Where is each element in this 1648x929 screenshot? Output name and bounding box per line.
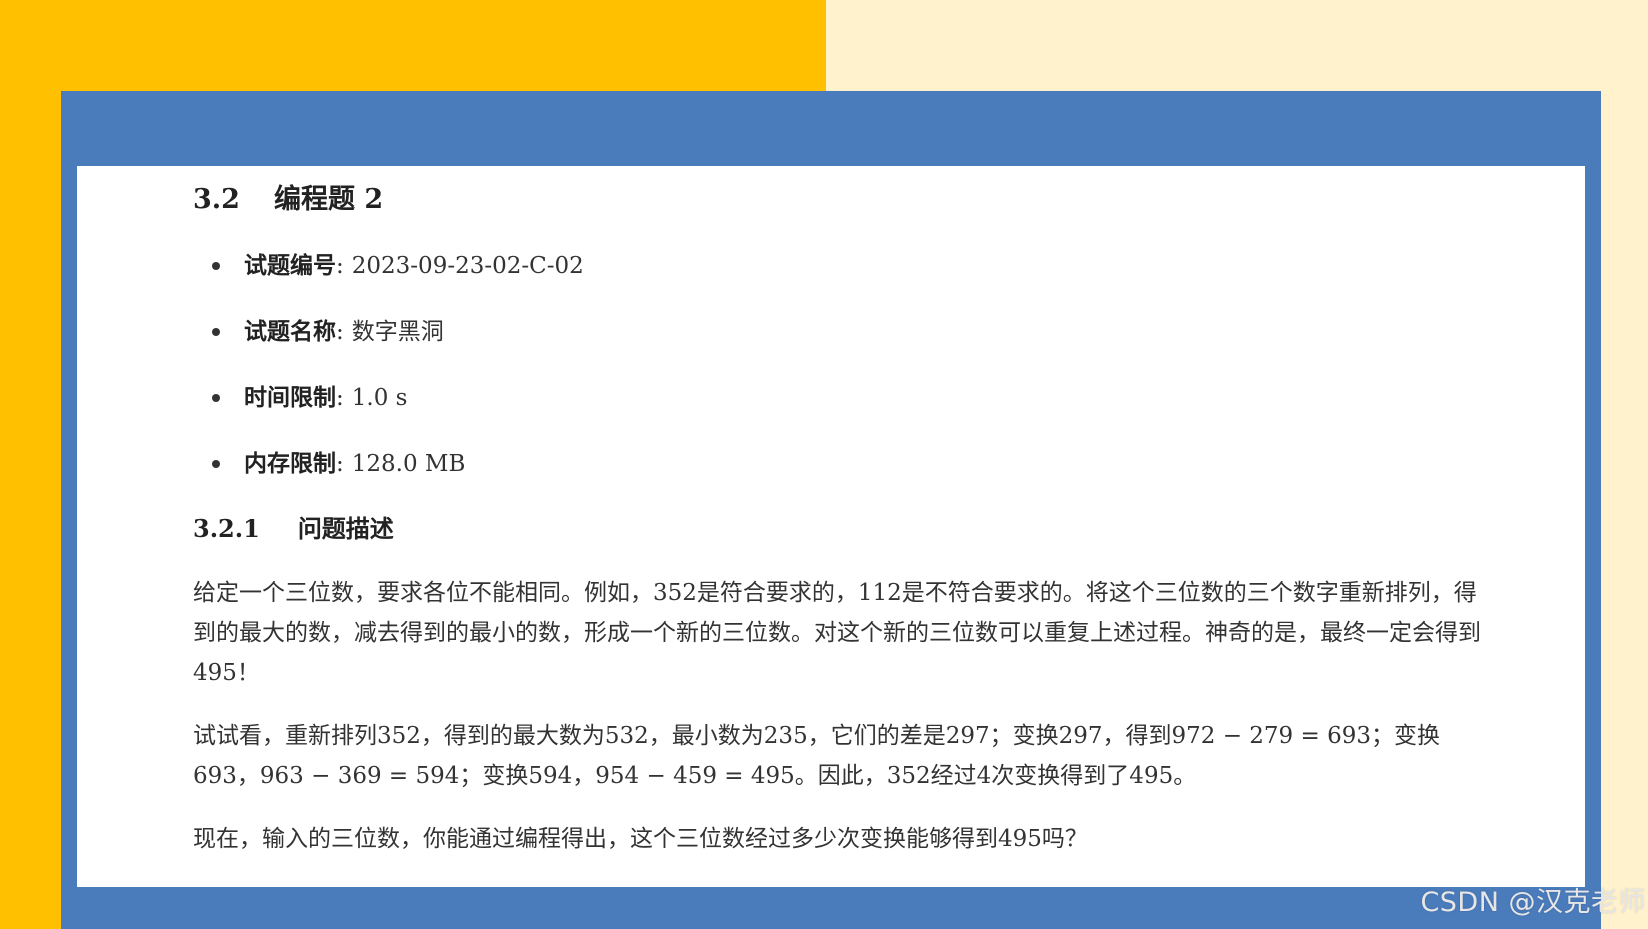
description-paragraph: 给定一个三位数，要求各位不能相同。例如，352是符合要求的，112是不符合要求的… <box>193 580 1481 686</box>
subsection-heading: 3.2.1 问题描述 <box>193 509 1493 549</box>
meta-colon: : <box>336 385 344 411</box>
subsection-title: 问题描述 <box>297 514 394 543</box>
meta-label: 时间限制 <box>244 384 336 411</box>
meta-item-time-limit: 时间限制: 1.0 s <box>212 365 1493 431</box>
bullet-icon <box>212 460 220 468</box>
section-number: 3.2 <box>193 184 240 215</box>
watermark: CSDN @汉克老师 <box>1420 887 1646 918</box>
section-title: 编程题 2 <box>273 184 384 215</box>
meta-label: 试题编号 <box>244 252 336 279</box>
bullet-icon <box>212 328 220 336</box>
question-paragraph: 现在，输入的三位数，你能通过编程得出，这个三位数经过多少次变换能够得到495吗？ <box>193 826 1088 852</box>
meta-value: 1.0 s <box>351 385 408 411</box>
meta-value: 128.0 MB <box>351 451 466 477</box>
meta-colon: : <box>336 319 344 345</box>
meta-label: 试题名称 <box>244 318 336 345</box>
bullet-icon <box>212 262 220 270</box>
bullet-icon <box>212 394 220 402</box>
meta-value: 2023-09-23-02-C-02 <box>351 253 584 279</box>
meta-item-memory-limit: 内存限制: 128.0 MB <box>212 431 1493 497</box>
meta-value: 数字黑洞 <box>351 319 444 345</box>
example-paragraph: 试试看，重新排列352，得到的最大数为532，最小数为235，它们的差是297；… <box>193 723 1440 789</box>
meta-colon: : <box>336 253 344 279</box>
meta-colon: : <box>336 451 344 477</box>
document-content: 3.2 编程题 2 试题编号: 2023-09-23-02-C-02 试题名称: 数… <box>193 176 1493 859</box>
problem-meta-list: 试题编号: 2023-09-23-02-C-02 试题名称: 数字黑洞 时间限制: 1… <box>193 233 1493 497</box>
meta-item-id: 试题编号: 2023-09-23-02-C-02 <box>212 233 1493 299</box>
subsection-number: 3.2.1 <box>193 514 260 543</box>
meta-label: 内存限制 <box>244 450 336 477</box>
meta-item-name: 试题名称: 数字黑洞 <box>212 299 1493 365</box>
section-heading: 3.2 编程题 2 <box>193 176 1493 224</box>
